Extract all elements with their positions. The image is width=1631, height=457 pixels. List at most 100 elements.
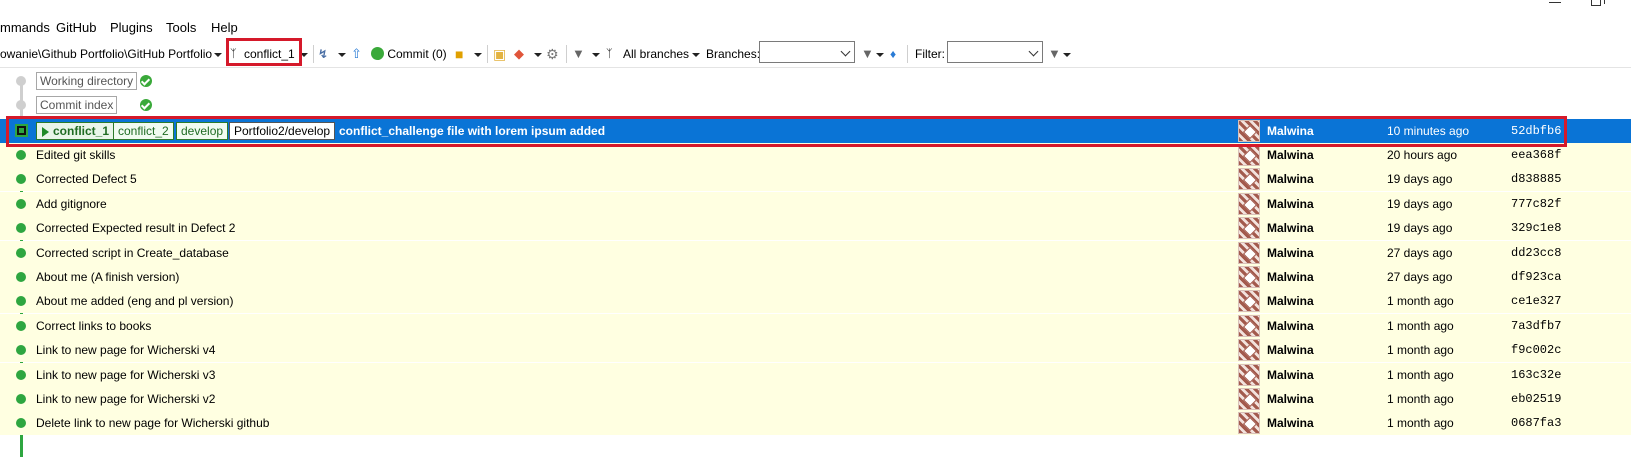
menu-github[interactable]: GitHub (56, 20, 96, 36)
commit-date: 1 month ago (1387, 318, 1454, 333)
commit-hash: eb02519 (1511, 392, 1562, 406)
commit-hash: 52dbfb6 (1511, 124, 1562, 138)
commit-message: Delete link to new page for Wicherski gi… (36, 416, 270, 431)
graph-node (16, 296, 26, 307)
table-row[interactable]: Corrected Defect 5 Malwina 19 days ago d838… (0, 167, 1631, 192)
graph-node (16, 76, 26, 86)
table-row[interactable]: Delete link to new page for Wicherski gi… (0, 411, 1631, 436)
stash-dropdown[interactable] (474, 45, 482, 63)
restore-icon[interactable] (1591, 0, 1605, 6)
commit-hash: 0687fa3 (1511, 416, 1562, 431)
commit-author: Malwina (1267, 124, 1314, 138)
chevron-down-icon (840, 46, 851, 57)
branch-filter-icon: ᛉ (606, 48, 613, 60)
avatar (1238, 217, 1260, 240)
filter-dropdown[interactable] (592, 45, 600, 63)
avatar (1238, 290, 1260, 313)
commit-hash: df923ca (1511, 270, 1562, 284)
commit-author: Malwina (1267, 245, 1314, 260)
commit-index-label[interactable]: Commit index (36, 96, 118, 114)
settings-icon[interactable]: ⚙ (546, 45, 559, 63)
commit-message: Add gitignore (36, 196, 107, 211)
all-branches-label[interactable]: All branches (623, 45, 689, 63)
git-icon[interactable]: ◆ (514, 45, 524, 63)
filter-icon[interactable]: ▼ (572, 45, 585, 63)
avatar (1238, 144, 1260, 166)
branches-combo[interactable] (759, 41, 855, 63)
commit-hash: eea368f (1511, 148, 1562, 162)
commit-hash: dd23cc8 (1511, 245, 1562, 260)
pull-dropdown[interactable] (338, 45, 346, 63)
commit-message: Corrected script in Create_database (36, 245, 229, 260)
ref-head-branch[interactable]: conflict_1 (36, 122, 115, 140)
avatar (1238, 241, 1260, 264)
repo-dropdown[interactable] (214, 45, 222, 63)
ref-remote-develop[interactable]: Portfolio2/develop (229, 122, 336, 140)
avatar (1238, 339, 1260, 362)
graph-node (16, 150, 26, 160)
all-branches-dropdown[interactable] (692, 45, 700, 63)
commit-message: Edited git skills (36, 148, 116, 162)
working-directory-label[interactable]: Working directory (36, 72, 138, 90)
table-row[interactable]: Correct links to books Malwina 1 month ago… (0, 313, 1631, 338)
commit-date: 19 days ago (1387, 221, 1453, 236)
table-row[interactable]: Corrected script in Create_database Malwi… (0, 240, 1631, 265)
stash-icon[interactable]: ■ (455, 45, 463, 63)
table-row[interactable]: About me added (eng and pl version) Malwi… (0, 289, 1631, 314)
commit-author: Malwina (1267, 196, 1314, 211)
repo-path[interactable]: owanie\Github Portfolio\GitHub Portfolio (0, 45, 212, 63)
avatar (1238, 388, 1260, 410)
graph-node (16, 320, 26, 331)
commit-date: 27 days ago (1387, 270, 1453, 284)
minimize-icon[interactable] (1549, 2, 1561, 3)
menu-tools[interactable]: Tools (166, 20, 196, 36)
graph-node (16, 418, 26, 429)
table-row[interactable]: Edited git skills Malwina 20 hours ago eea3… (0, 143, 1631, 167)
avatar (1238, 314, 1260, 337)
pull-icon[interactable]: ↯ (318, 45, 328, 63)
commit-message: Correct links to books (36, 318, 152, 333)
highlight-branch-icon[interactable]: ♦ (890, 45, 896, 63)
commit-hash: d838885 (1511, 172, 1562, 187)
filter-options-icon[interactable]: ▼ (1048, 45, 1061, 63)
branches-label: Branches: (706, 47, 761, 61)
commit-hash: ce1e327 (1511, 294, 1562, 309)
commit-message: Link to new page for Wicherski v3 (36, 367, 216, 382)
ref-branch-develop[interactable]: develop (176, 122, 229, 140)
menu-help[interactable]: Help (211, 20, 238, 36)
menu-plugins[interactable]: Plugins (110, 20, 153, 36)
graph-node (16, 369, 26, 380)
table-row[interactable]: Add gitignore Malwina 19 days ago 777c82f (0, 191, 1631, 216)
table-row[interactable]: About me (A finish version) Malwina 27 day… (0, 265, 1631, 289)
commit-author: Malwina (1267, 148, 1314, 162)
commit-message: Link to new page for Wicherski v2 (36, 392, 216, 406)
menu-commands[interactable]: mmands (0, 20, 50, 36)
table-row[interactable]: Link to new page for Wicherski v3 Malwina… (0, 362, 1631, 387)
commit-message: About me (A finish version) (36, 270, 180, 284)
folder-icon[interactable]: ▣ (493, 45, 506, 63)
table-row[interactable]: Link to new page for Wicherski v4 Malwina… (0, 338, 1631, 363)
commit-author: Malwina (1267, 343, 1314, 358)
avatar (1238, 266, 1260, 288)
commit-button[interactable]: Commit (0) (371, 45, 447, 63)
graph-node (16, 198, 26, 209)
filter-options-dropdown[interactable] (1063, 45, 1071, 63)
branches-filter-dropdown[interactable] (876, 45, 884, 63)
commit-author: Malwina (1267, 318, 1314, 333)
avatar (1238, 120, 1260, 142)
table-row[interactable]: Corrected Expected result in Defect 2 Mal… (0, 216, 1631, 241)
table-row[interactable]: Link to new page for Wicherski v2 Malwina… (0, 387, 1631, 411)
filter-combo[interactable] (947, 41, 1043, 63)
chevron-down-icon (1028, 46, 1039, 57)
selected-commit-row[interactable]: conflict_1 conflict_2 develop Portfolio2… (0, 119, 1631, 143)
commit-date: 1 month ago (1387, 294, 1454, 309)
commit-date: 1 month ago (1387, 343, 1454, 358)
ref-branch-conflict-2[interactable]: conflict_2 (113, 122, 174, 140)
commit-index-row[interactable]: Commit index (0, 93, 1631, 117)
check-icon (140, 75, 152, 87)
branches-filter-icon[interactable]: ▼ (861, 45, 874, 63)
git-dropdown[interactable] (534, 45, 542, 63)
push-icon[interactable]: ⇧ (351, 45, 362, 63)
commit-author: Malwina (1267, 270, 1314, 284)
working-directory-row[interactable]: Working directory (0, 69, 1631, 93)
